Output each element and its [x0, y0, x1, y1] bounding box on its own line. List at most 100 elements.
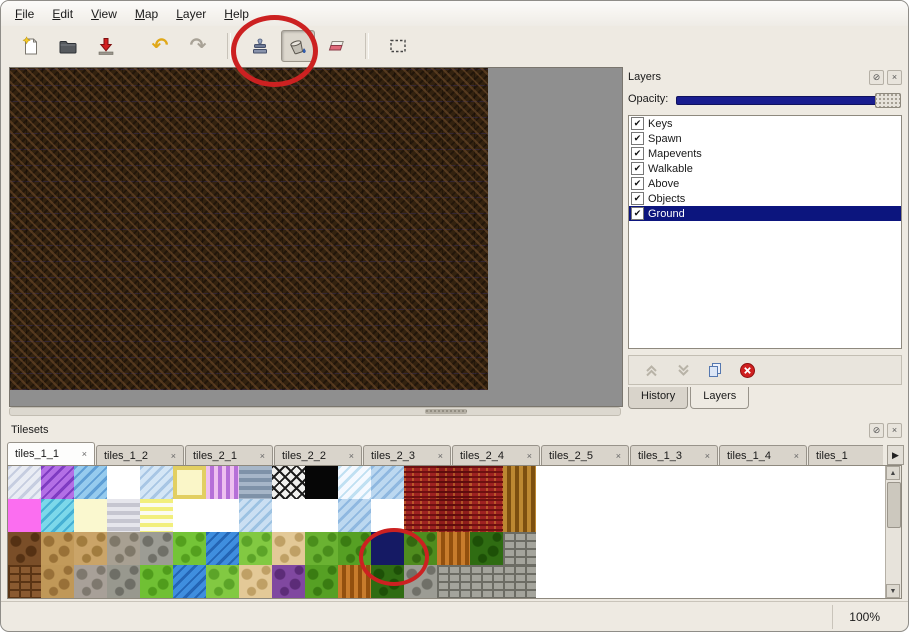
eraser-tool-button[interactable]	[319, 30, 353, 62]
panel-tab-layers[interactable]: Layers	[690, 387, 749, 409]
tile-0-2[interactable]	[74, 466, 107, 499]
palette-vscrollbar[interactable]: ▲ ▼	[885, 466, 901, 598]
layer-visibility-checkbox[interactable]: ✔	[631, 132, 644, 145]
tile-1-1[interactable]	[41, 499, 74, 532]
select-tool-button[interactable]	[381, 30, 415, 62]
map-canvas[interactable]	[9, 67, 623, 407]
panel-close-button[interactable]: ×	[887, 70, 902, 85]
layer-row-objects[interactable]: ✔Objects	[629, 191, 901, 206]
tile-0-10[interactable]	[338, 466, 371, 499]
tileset-tab-tiles_2_2[interactable]: tiles_2_2×	[274, 445, 362, 465]
tile-1-8[interactable]	[272, 499, 305, 532]
tileset-tab-tiles_1[interactable]: tiles_1×	[808, 445, 883, 465]
tileset-tab-tiles_1_4[interactable]: tiles_1_4×	[719, 445, 807, 465]
tile-2-15[interactable]	[503, 532, 536, 565]
tile-0-11[interactable]	[371, 466, 404, 499]
map-view[interactable]	[10, 68, 488, 390]
save-map-button[interactable]	[89, 30, 123, 62]
tile-1-15[interactable]	[503, 499, 536, 532]
layer-row-spawn[interactable]: ✔Spawn	[629, 131, 901, 146]
tile-1-2[interactable]	[74, 499, 107, 532]
tab-close-icon[interactable]: ×	[345, 451, 354, 461]
redo-button[interactable]: ↷	[181, 30, 215, 62]
opacity-slider-handle[interactable]	[875, 93, 901, 108]
tile-2-12[interactable]	[404, 532, 437, 565]
tile-3-4[interactable]	[140, 565, 173, 598]
tile-2-0[interactable]	[8, 532, 41, 565]
canvas-hscrollbar[interactable]	[9, 407, 621, 416]
tile-2-1[interactable]	[41, 532, 74, 565]
tab-close-icon[interactable]: ×	[612, 451, 621, 461]
tile-0-4[interactable]	[140, 466, 173, 499]
delete-layer-button[interactable]	[737, 361, 757, 379]
palette-vscroll-thumb[interactable]	[887, 482, 901, 528]
tile-1-3[interactable]	[107, 499, 140, 532]
tile-2-14[interactable]	[470, 532, 503, 565]
tile-3-5[interactable]	[173, 565, 206, 598]
tileset-tab-tiles_2_3[interactable]: tiles_2_3×	[363, 445, 451, 465]
layer-visibility-checkbox[interactable]: ✔	[631, 192, 644, 205]
tile-0-3[interactable]	[107, 466, 140, 499]
layer-row-ground[interactable]: ✔Ground	[629, 206, 901, 221]
tile-2-5[interactable]	[173, 532, 206, 565]
tile-3-9[interactable]	[305, 565, 338, 598]
menu-layer[interactable]: Layer	[168, 4, 214, 24]
tile-1-10[interactable]	[338, 499, 371, 532]
tile-2-2[interactable]	[74, 532, 107, 565]
tile-3-15[interactable]	[503, 565, 536, 598]
panel-tab-history[interactable]: History	[628, 387, 688, 409]
menu-map[interactable]: Map	[127, 4, 166, 24]
tile-3-12[interactable]	[404, 565, 437, 598]
tileset-tab-tiles_2_1[interactable]: tiles_2_1×	[185, 445, 273, 465]
tile-2-6[interactable]	[206, 532, 239, 565]
stamp-tool-button[interactable]	[243, 30, 277, 62]
tile-3-14[interactable]	[470, 565, 503, 598]
tile-2-13[interactable]	[437, 532, 470, 565]
scroll-up-button[interactable]: ▲	[886, 466, 900, 480]
tile-0-6[interactable]	[206, 466, 239, 499]
tab-close-icon[interactable]: ×	[701, 451, 710, 461]
tile-1-14[interactable]	[470, 499, 503, 532]
layer-visibility-checkbox[interactable]: ✔	[631, 117, 644, 130]
tile-3-1[interactable]	[41, 565, 74, 598]
tile-0-0[interactable]	[8, 466, 41, 499]
canvas-hscroll-thumb[interactable]	[425, 409, 467, 414]
new-map-button[interactable]	[13, 30, 47, 62]
layer-visibility-checkbox[interactable]: ✔	[631, 162, 644, 175]
scroll-down-button[interactable]: ▼	[886, 584, 900, 598]
tile-2-7[interactable]	[239, 532, 272, 565]
tile-3-8[interactable]	[272, 565, 305, 598]
tileset-tab-tiles_2_4[interactable]: tiles_2_4×	[452, 445, 540, 465]
menu-file[interactable]: File	[7, 4, 42, 24]
undo-button[interactable]: ↶	[143, 30, 177, 62]
tab-close-icon[interactable]: ×	[790, 451, 799, 461]
tile-1-6[interactable]	[206, 499, 239, 532]
layer-row-mapevents[interactable]: ✔Mapevents	[629, 146, 901, 161]
tab-scroll-right-button[interactable]: ▶	[887, 445, 904, 465]
panel-close-button[interactable]: ×	[887, 423, 902, 438]
tab-close-icon[interactable]: ×	[523, 451, 532, 461]
tile-3-10[interactable]	[338, 565, 371, 598]
tile-3-0[interactable]	[8, 565, 41, 598]
tile-0-5[interactable]	[173, 466, 206, 499]
tile-1-7[interactable]	[239, 499, 272, 532]
tile-0-1[interactable]	[41, 466, 74, 499]
tile-0-9[interactable]	[305, 466, 338, 499]
tile-2-8[interactable]	[272, 532, 305, 565]
lower-layer-button[interactable]	[673, 361, 693, 379]
tile-3-7[interactable]	[239, 565, 272, 598]
tile-3-6[interactable]	[206, 565, 239, 598]
layer-visibility-checkbox[interactable]: ✔	[631, 207, 644, 220]
menu-view[interactable]: View	[83, 4, 125, 24]
fill-tool-button[interactable]	[281, 30, 315, 62]
tile-2-10[interactable]	[338, 532, 371, 565]
tile-2-9[interactable]	[305, 532, 338, 565]
panel-float-button[interactable]: ⊘	[869, 70, 884, 85]
layer-row-above[interactable]: ✔Above	[629, 176, 901, 191]
layer-visibility-checkbox[interactable]: ✔	[631, 177, 644, 190]
tile-0-15[interactable]	[503, 466, 536, 499]
tile-1-9[interactable]	[305, 499, 338, 532]
tile-1-12[interactable]	[404, 499, 437, 532]
tile-0-14[interactable]	[470, 466, 503, 499]
layer-row-walkable[interactable]: ✔Walkable	[629, 161, 901, 176]
